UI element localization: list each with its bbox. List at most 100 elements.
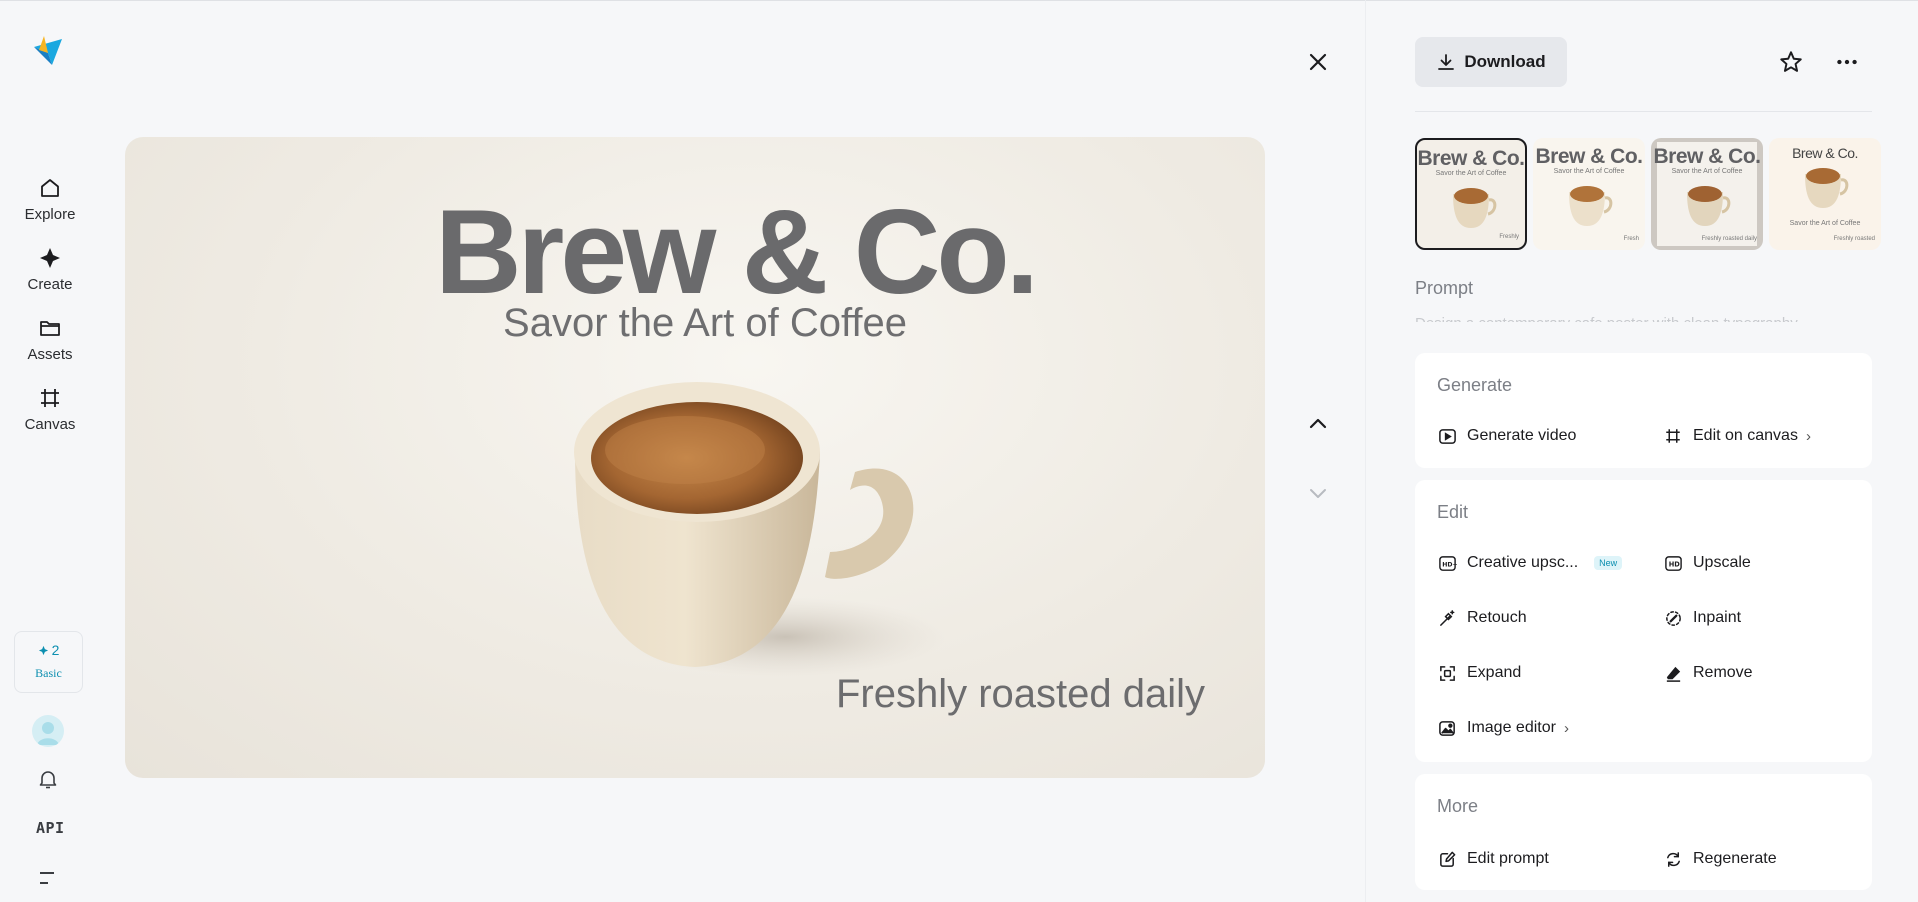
retouch-button[interactable]: Retouch — [1437, 608, 1527, 628]
chevron-up-icon[interactable] — [1304, 409, 1332, 437]
prompt-label: Prompt — [1415, 278, 1474, 298]
edit-on-canvas-button[interactable]: Edit on canvas › — [1663, 426, 1811, 446]
prompt-text: Design a contemporary cafe poster with c… — [1415, 310, 1865, 322]
sparkle-icon — [38, 645, 48, 655]
avatar[interactable] — [32, 715, 64, 747]
thumb-title: Brew & Co. — [1653, 145, 1761, 168]
regenerate-label: Regenerate — [1693, 850, 1777, 867]
thumb-subtitle: Savor the Art of Coffee — [1789, 220, 1861, 227]
remove-button[interactable]: Remove — [1663, 663, 1753, 683]
inpaint-label: Inpaint — [1693, 609, 1742, 626]
thumb-title: Brew & Co. — [1535, 145, 1643, 168]
chevron-right-icon: › — [1805, 427, 1811, 445]
image-editor-button[interactable]: Image editor › — [1437, 718, 1569, 738]
coffee-cup-thumb — [1569, 186, 1613, 226]
regenerate-button[interactable]: Regenerate — [1663, 849, 1777, 869]
remove-label: Remove — [1693, 664, 1753, 681]
crop-grid-icon — [1663, 426, 1683, 446]
thumb-subtitle: Savor the Art of Coffee — [1435, 170, 1507, 177]
image-edit-icon — [1437, 718, 1457, 738]
credits-value: 2 — [51, 642, 60, 658]
edit-prompt-icon — [1437, 849, 1457, 869]
panel-divider — [1365, 0, 1366, 902]
download-label: Download — [1464, 52, 1546, 71]
folder-icon — [37, 315, 63, 341]
generate-video-button[interactable]: Generate video — [1437, 426, 1576, 446]
thumb-subtitle: Savor the Art of Coffee — [1553, 168, 1625, 175]
api-link[interactable]: API — [36, 819, 65, 837]
star-icon[interactable] — [1778, 49, 1804, 75]
home-icon — [37, 175, 63, 201]
thumb-footer: Fresh — [1623, 236, 1639, 242]
variant-thumbnail-4[interactable]: Brew & Co. Savor the Art of Coffee Fresh… — [1769, 138, 1881, 250]
collapse-menu-icon[interactable] — [38, 871, 58, 885]
edit-prompt-button[interactable]: Edit prompt — [1437, 849, 1549, 869]
download-button[interactable]: Download — [1415, 37, 1567, 87]
edit-card: Edit HD+ Creative upsc... New HD Upscale… — [1415, 480, 1872, 762]
inpaint-button[interactable]: Inpaint — [1663, 608, 1741, 628]
coffee-cup-thumb — [1805, 168, 1849, 208]
svg-text:HD: HD — [1668, 560, 1680, 568]
chevron-down-icon[interactable] — [1304, 480, 1332, 508]
thumb-title: Brew & Co. — [1792, 145, 1858, 161]
more-title: More — [1437, 796, 1479, 816]
generate-title: Generate — [1437, 375, 1513, 395]
thumb-title: Brew & Co. — [1417, 147, 1525, 170]
poster-tagline: Freshly roasted daily — [835, 672, 1205, 716]
more-card: More Edit prompt Regenerate — [1415, 774, 1872, 890]
thumb-footer: Freshly — [1499, 234, 1519, 240]
variant-thumbnail-3[interactable]: Brew & Co. Savor the Art of Coffee Fresh… — [1651, 138, 1763, 250]
svg-text:HD+: HD+ — [1442, 561, 1457, 568]
video-play-icon — [1437, 426, 1457, 446]
nav-assets-label: Assets — [27, 346, 73, 363]
nav-canvas-label: Canvas — [24, 416, 76, 433]
edit-title: Edit — [1437, 502, 1469, 522]
refresh-icon — [1663, 849, 1683, 869]
variant-thumbnail-2[interactable]: Brew & Co. Savor the Art of Coffee Fresh — [1533, 138, 1645, 250]
download-icon — [1438, 54, 1455, 70]
expand-icon — [1437, 663, 1457, 683]
new-badge: New — [1594, 556, 1623, 570]
nav-canvas[interactable]: Canvas — [10, 385, 90, 443]
creative-upscale-label: Creative upsc... — [1467, 554, 1579, 571]
inpaint-brush-icon — [1663, 608, 1683, 628]
upscale-button[interactable]: HD Upscale — [1663, 553, 1751, 573]
hd-icon: HD — [1663, 553, 1683, 573]
edit-prompt-label: Edit prompt — [1467, 850, 1549, 867]
more-options-icon[interactable] — [1834, 49, 1860, 75]
edit-on-canvas-label: Edit on canvas — [1693, 427, 1798, 444]
retouch-label: Retouch — [1467, 609, 1527, 626]
expand-button[interactable]: Expand — [1437, 663, 1521, 683]
thumb-footer: Freshly roasted — [1833, 236, 1875, 242]
hd-plus-icon: HD+ — [1437, 553, 1457, 573]
nav-explore-label: Explore — [24, 206, 76, 223]
sparkle-icon — [37, 245, 63, 271]
chevron-right-icon: › — [1563, 719, 1569, 737]
thumb-footer: Freshly roasted daily — [1701, 236, 1757, 242]
credits-count: 2 — [15, 642, 82, 658]
plan-credits-box[interactable]: 2 Basic — [14, 631, 83, 693]
generated-image[interactable]: Brew & Co. Savor the Art of Coffee Fresh… — [125, 137, 1265, 778]
top-border — [0, 0, 1918, 1]
generate-video-label: Generate video — [1467, 427, 1577, 444]
nav-create-label: Create — [27, 276, 73, 293]
coffee-cup-thumb — [1687, 186, 1731, 226]
coffee-cup-thumb — [1453, 188, 1497, 228]
crop-grid-icon — [37, 385, 63, 411]
poster-subtitle: Savor the Art of Coffee — [503, 301, 907, 345]
nav-explore[interactable]: Explore — [10, 175, 90, 233]
close-icon[interactable] — [1304, 48, 1332, 76]
generate-card: Generate Generate video Edit on canvas › — [1415, 353, 1872, 468]
upscale-label: Upscale — [1693, 554, 1751, 571]
nav-assets[interactable]: Assets — [10, 315, 90, 373]
plan-tier: Basic — [35, 666, 62, 680]
creative-upscale-button[interactable]: HD+ Creative upsc... New — [1437, 553, 1623, 573]
coffee-cup-illustration — [574, 382, 945, 677]
magic-wand-icon — [1437, 608, 1457, 628]
nav-create[interactable]: Create — [10, 245, 90, 303]
user-avatar-icon — [37, 722, 59, 745]
bell-icon[interactable] — [36, 767, 60, 791]
app-logo[interactable] — [30, 33, 66, 69]
panel-separator — [1415, 111, 1872, 112]
variant-thumbnail-1[interactable]: Brew & Co. Savor the Art of Coffee Fresh… — [1415, 138, 1527, 250]
